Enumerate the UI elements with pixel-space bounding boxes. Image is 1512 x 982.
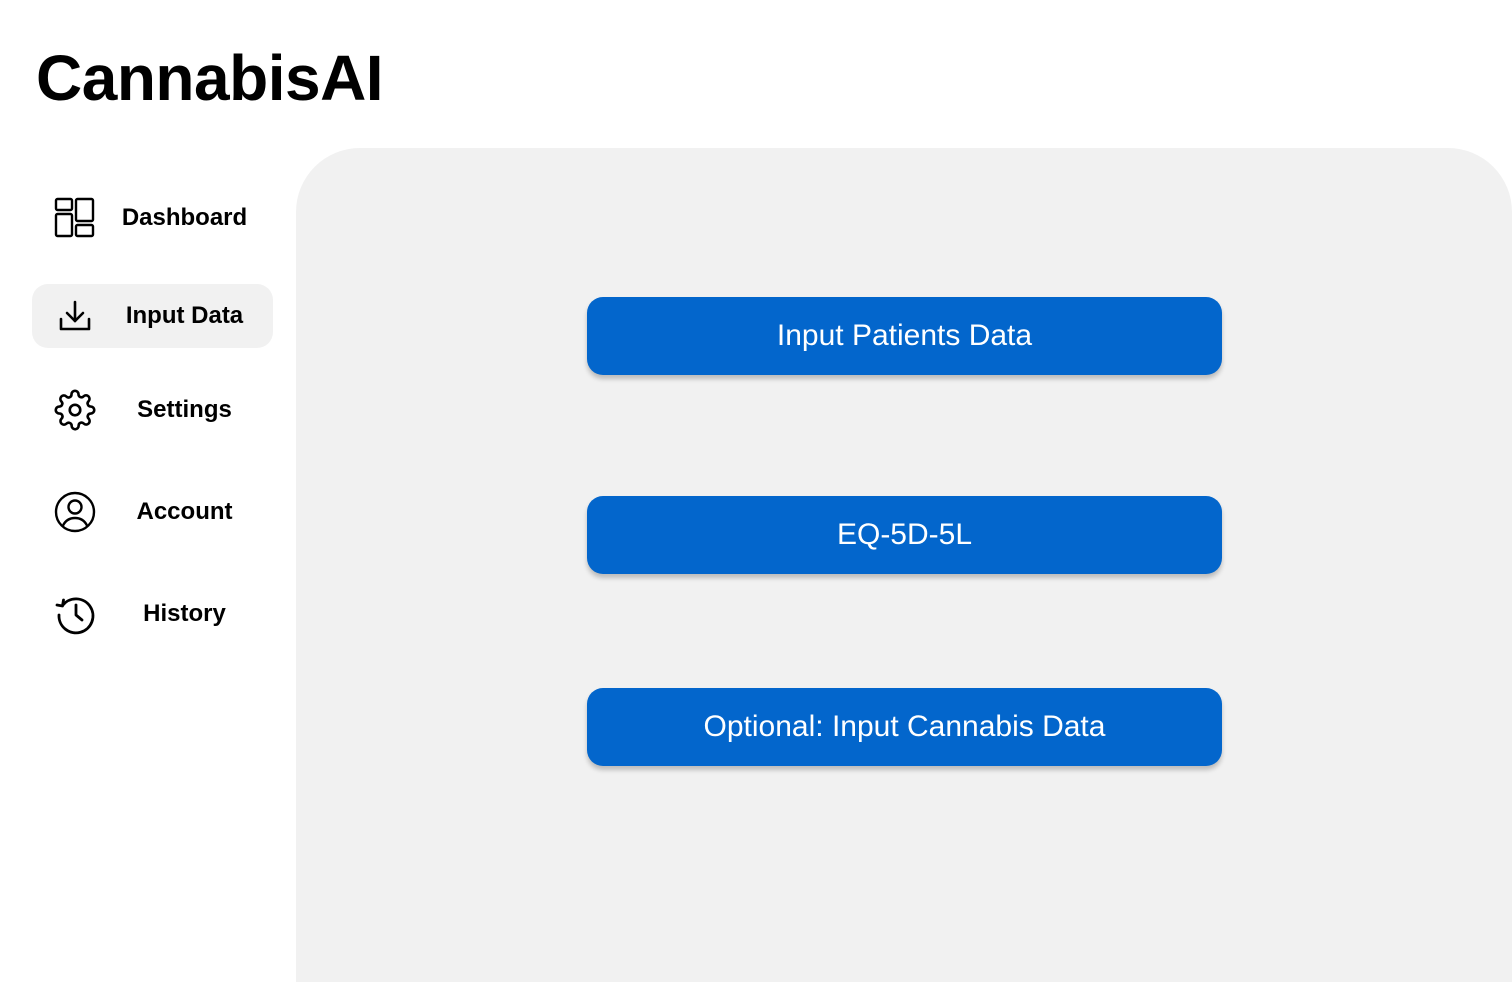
input-patients-data-button[interactable]: Input Patients Data [587, 297, 1222, 375]
sidebar-item-label: Account [136, 498, 233, 525]
sidebar-item-settings[interactable]: Settings [32, 378, 273, 442]
download-icon [54, 295, 96, 337]
sidebar-item-account[interactable]: Account [32, 480, 273, 544]
content-panel: Input Patients Data EQ-5D-5L Optional: I… [296, 148, 1512, 982]
sidebar-item-label: Settings [137, 396, 232, 423]
app-title: CannabisAI [36, 42, 384, 114]
dashboard-icon [54, 197, 96, 239]
user-circle-icon [54, 491, 96, 533]
sidebar-item-history[interactable]: History [32, 582, 273, 646]
sidebar-item-input-data[interactable]: Input Data [32, 284, 273, 348]
sidebar-item-label: Input Data [125, 302, 244, 329]
gear-icon [54, 389, 96, 431]
sidebar-item-dashboard[interactable]: Dashboard [32, 186, 273, 250]
sidebar-item-label: History [143, 600, 226, 627]
sidebar-item-label: Dashboard [121, 204, 248, 231]
eq-5d-5l-button[interactable]: EQ-5D-5L [587, 496, 1222, 574]
history-icon [54, 593, 96, 635]
input-cannabis-data-button[interactable]: Optional: Input Cannabis Data [587, 688, 1222, 766]
